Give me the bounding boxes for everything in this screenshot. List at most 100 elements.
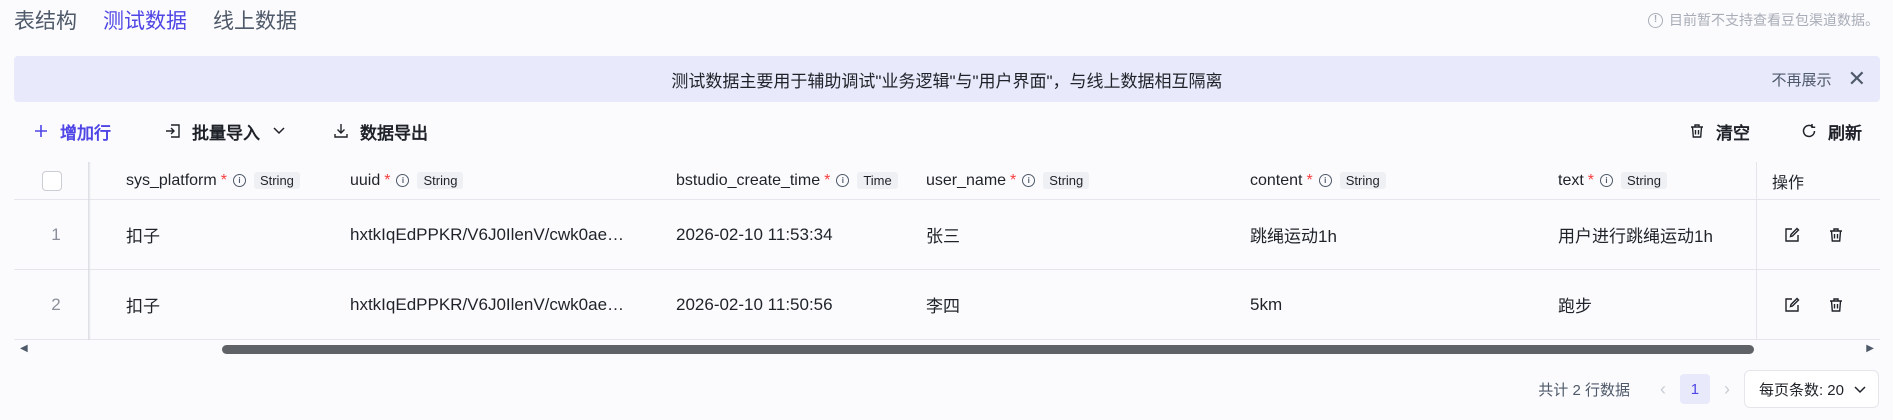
cell-create-time[interactable]: 2026-02-10 11:50:56	[676, 270, 916, 339]
tab-test-data[interactable]: 测试数据	[103, 8, 187, 36]
export-data-label: 数据导出	[360, 123, 428, 143]
row-actions	[1782, 200, 1862, 269]
refresh-icon	[1800, 122, 1818, 140]
column-name: uuid	[350, 171, 381, 189]
required-mark: *	[1010, 171, 1017, 189]
required-mark: *	[824, 171, 831, 189]
type-tag: Time	[857, 172, 898, 189]
required-mark: *	[1306, 171, 1313, 189]
chevron-down-icon	[1854, 381, 1866, 398]
info-icon[interactable]: i	[1022, 174, 1036, 187]
clear-label: 清空	[1716, 123, 1750, 143]
type-tag: String	[1043, 172, 1090, 189]
page-size-select[interactable]: 每页条数: 20	[1743, 370, 1879, 408]
table-header: sys_platform * i String uuid * i String bs…	[14, 162, 1880, 200]
type-tag: String	[1339, 172, 1386, 189]
prev-page-icon[interactable]: ‹	[1660, 379, 1666, 400]
cell-text[interactable]: 跑步	[1558, 270, 1758, 339]
dont-show-again-button[interactable]: 不再展示	[1772, 69, 1832, 90]
info-icon[interactable]: i	[232, 174, 246, 187]
cell-text[interactable]: 用户进行跳绳运动1h	[1558, 200, 1758, 269]
pagination: 共计 2 行数据 ‹ 1 › 每页条数: 20	[1538, 370, 1879, 408]
info-icon: !	[1648, 12, 1663, 28]
required-mark: *	[1587, 171, 1595, 189]
cell-uuid[interactable]: hxtkIqEdPPKR/V6J0IlenV/cwk0ae…	[350, 200, 660, 269]
cell-sys-platform[interactable]: 扣子	[126, 200, 326, 269]
page-button[interactable]: 1	[1679, 374, 1710, 404]
total-count: 共计 2 行数据	[1538, 381, 1630, 399]
cell-create-time[interactable]: 2026-02-10 11:53:34	[676, 200, 916, 269]
add-row-label: 增加行	[60, 123, 111, 143]
batch-import-label: 批量导入	[192, 123, 260, 143]
required-mark: *	[220, 171, 227, 189]
select-all-cell	[42, 162, 70, 199]
type-tag: String	[1621, 172, 1667, 189]
page-size-label: 每页条数: 20	[1758, 381, 1844, 399]
trash-icon[interactable]	[1826, 225, 1846, 245]
download-icon	[332, 122, 350, 140]
channel-tip: ! 目前暂不支持查看豆包渠道数据。	[1648, 10, 1879, 30]
horizontal-scrollbar[interactable]: ◀ ▶	[14, 342, 1880, 356]
column-header: uuid * i String	[350, 162, 650, 199]
column-header: content * i String	[1250, 162, 1550, 199]
column-header: user_name * i String	[926, 162, 1226, 199]
info-icon[interactable]: i	[1600, 174, 1614, 187]
column-header: text * i String	[1558, 162, 1758, 199]
required-mark: *	[384, 171, 391, 189]
tab-table-structure[interactable]: 表结构	[14, 8, 77, 36]
type-tag: String	[417, 172, 464, 189]
info-icon[interactable]: i	[396, 174, 410, 187]
cell-uuid[interactable]: hxtkIqEdPPKR/V6J0IlenV/cwk0ae…	[350, 270, 660, 339]
refresh-label: 刷新	[1828, 123, 1862, 143]
close-icon[interactable]: ✕	[1848, 68, 1866, 90]
trash-icon	[1688, 122, 1706, 140]
column-header: sys_platform * i String	[126, 162, 346, 199]
frozen-column-shadow	[88, 162, 91, 340]
type-tag: String	[253, 172, 300, 189]
scroll-left-icon[interactable]: ◀	[20, 343, 28, 354]
tab-bar: 表结构 测试数据 线上数据	[14, 8, 297, 36]
select-all-checkbox[interactable]	[42, 170, 62, 191]
tab-online-data[interactable]: 线上数据	[213, 8, 297, 36]
export-data-button[interactable]: 数据导出	[332, 116, 428, 146]
cell-user-name[interactable]: 张三	[926, 200, 1226, 269]
column-name: user_name	[926, 171, 1007, 189]
column-header: bstudio_create_time * i Time	[676, 162, 926, 199]
column-name: sys_platform	[126, 171, 217, 189]
toolbar: 增加行 批量导入 数据导出 清空 刷新	[14, 116, 1880, 146]
info-banner: 测试数据主要用于辅助调试"业务逻辑"与"用户界面"，与线上数据相互隔离 不再展示…	[14, 56, 1880, 102]
cell-content[interactable]: 5km	[1250, 270, 1550, 339]
cell-user-name[interactable]: 李四	[926, 270, 1226, 339]
info-icon[interactable]: i	[1318, 174, 1332, 187]
clear-button[interactable]: 清空	[1688, 116, 1750, 146]
table-row[interactable]: 2 扣子 hxtkIqEdPPKR/V6J0IlenV/cwk0ae… 2026…	[14, 270, 1880, 340]
column-name: text	[1558, 171, 1584, 189]
next-page-icon[interactable]: ›	[1724, 379, 1730, 400]
refresh-button[interactable]: 刷新	[1800, 116, 1862, 146]
chevron-down-icon	[270, 122, 288, 140]
row-index: 2	[51, 294, 61, 314]
row-index: 1	[51, 224, 61, 244]
batch-import-button[interactable]: 批量导入	[164, 116, 288, 146]
data-table: sys_platform * i String uuid * i String bs…	[14, 162, 1880, 340]
scroll-thumb[interactable]	[222, 345, 1754, 354]
ops-header: 操作	[1772, 174, 1805, 192]
add-row-button[interactable]: 增加行	[32, 116, 111, 146]
ops-column-divider	[1756, 162, 1757, 340]
banner-actions: 不再展示 ✕	[1772, 56, 1866, 102]
cell-sys-platform[interactable]: 扣子	[126, 270, 326, 339]
import-icon	[164, 122, 182, 140]
edit-icon[interactable]	[1782, 295, 1802, 315]
plus-icon	[32, 122, 50, 140]
channel-tip-text: 目前暂不支持查看豆包渠道数据。	[1669, 12, 1879, 28]
info-icon[interactable]: i	[836, 174, 850, 187]
column-name: content	[1250, 171, 1303, 189]
edit-icon[interactable]	[1782, 225, 1802, 245]
row-actions	[1782, 270, 1862, 339]
column-name: bstudio_create_time	[676, 171, 821, 189]
trash-icon[interactable]	[1826, 295, 1846, 315]
cell-content[interactable]: 跳绳运动1h	[1250, 200, 1550, 269]
banner-text: 测试数据主要用于辅助调试"业务逻辑"与"用户界面"，与线上数据相互隔离	[671, 71, 1223, 91]
scroll-right-icon[interactable]: ▶	[1866, 343, 1874, 354]
table-row[interactable]: 1 扣子 hxtkIqEdPPKR/V6J0IlenV/cwk0ae… 2026…	[14, 200, 1880, 270]
